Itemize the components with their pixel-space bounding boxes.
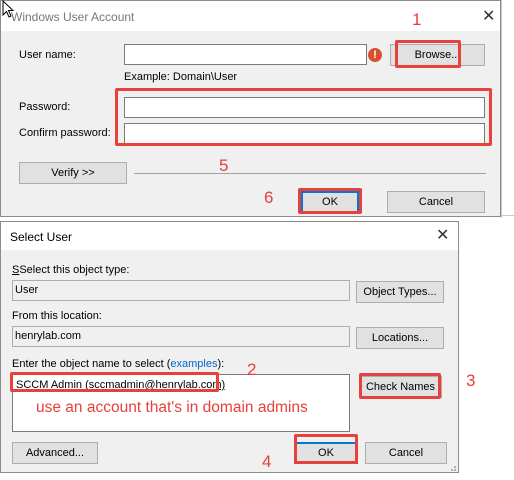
user-name-example: Example: Domain\User (124, 71, 238, 83)
annotation-box-passwords (115, 88, 492, 146)
annotation-note: use an account that's in domain admins (36, 399, 308, 416)
annotation-number-5: 5 (219, 156, 229, 175)
select-user-cancel-button[interactable]: Cancel (365, 442, 447, 464)
resize-grip-icon[interactable] (447, 462, 457, 472)
background-edge (501, 0, 502, 218)
select-user-dialog: Select User ✕ SSelect this object type: … (0, 221, 459, 473)
object-type-field: User (12, 280, 350, 301)
cancel-button[interactable]: Cancel (387, 191, 485, 213)
cursor-icon (2, 0, 14, 18)
object-type-label: SSelect this object type: (12, 264, 130, 276)
location-field: henrylab.com (12, 326, 350, 347)
annotation-number-6: 6 (264, 188, 274, 207)
password-label: Password: (19, 101, 71, 113)
annotation-number-2: 2 (247, 360, 257, 379)
confirm-password-label: Confirm password: (19, 127, 111, 139)
enter-label-suffix: ): (217, 358, 225, 370)
annotation-box-ok-top (298, 188, 362, 214)
title-bar: Select User ✕ (1, 222, 458, 250)
dialog-title: Windows User Account (11, 10, 135, 24)
advanced-button[interactable]: Advanced... (12, 442, 98, 464)
annotation-number-4: 4 (262, 452, 272, 471)
annotation-number-1: 1 (412, 10, 422, 29)
enter-label-text: Enter the object name to select ( (12, 358, 171, 370)
annotation-box-browse (395, 40, 461, 68)
close-icon[interactable]: ✕ (482, 9, 495, 25)
annotation-number-3: 3 (466, 371, 476, 390)
verify-button[interactable]: Verify >> (19, 162, 127, 184)
examples-link[interactable]: examples (170, 358, 217, 370)
user-name-input[interactable] (124, 44, 367, 65)
dialog-title: Select User (10, 230, 73, 244)
warning-icon: ! (368, 48, 382, 62)
locations-button[interactable]: Locations... (356, 327, 444, 349)
annotation-box-object-name (10, 372, 219, 392)
object-types-button[interactable]: Object Types... (356, 281, 444, 303)
enter-object-name-label: Enter the object name to select (example… (12, 358, 224, 370)
annotation-box-check-names (359, 373, 441, 399)
annotation-box-ok-bottom (294, 434, 358, 464)
object-type-label-text: Select this object type: (19, 264, 130, 276)
close-icon[interactable]: ✕ (436, 228, 449, 244)
title-bar: Windows User Account ✕ (1, 1, 500, 31)
location-label: From this location: (12, 310, 102, 322)
verify-separator (134, 173, 486, 174)
user-name-label: User name: (19, 49, 76, 61)
